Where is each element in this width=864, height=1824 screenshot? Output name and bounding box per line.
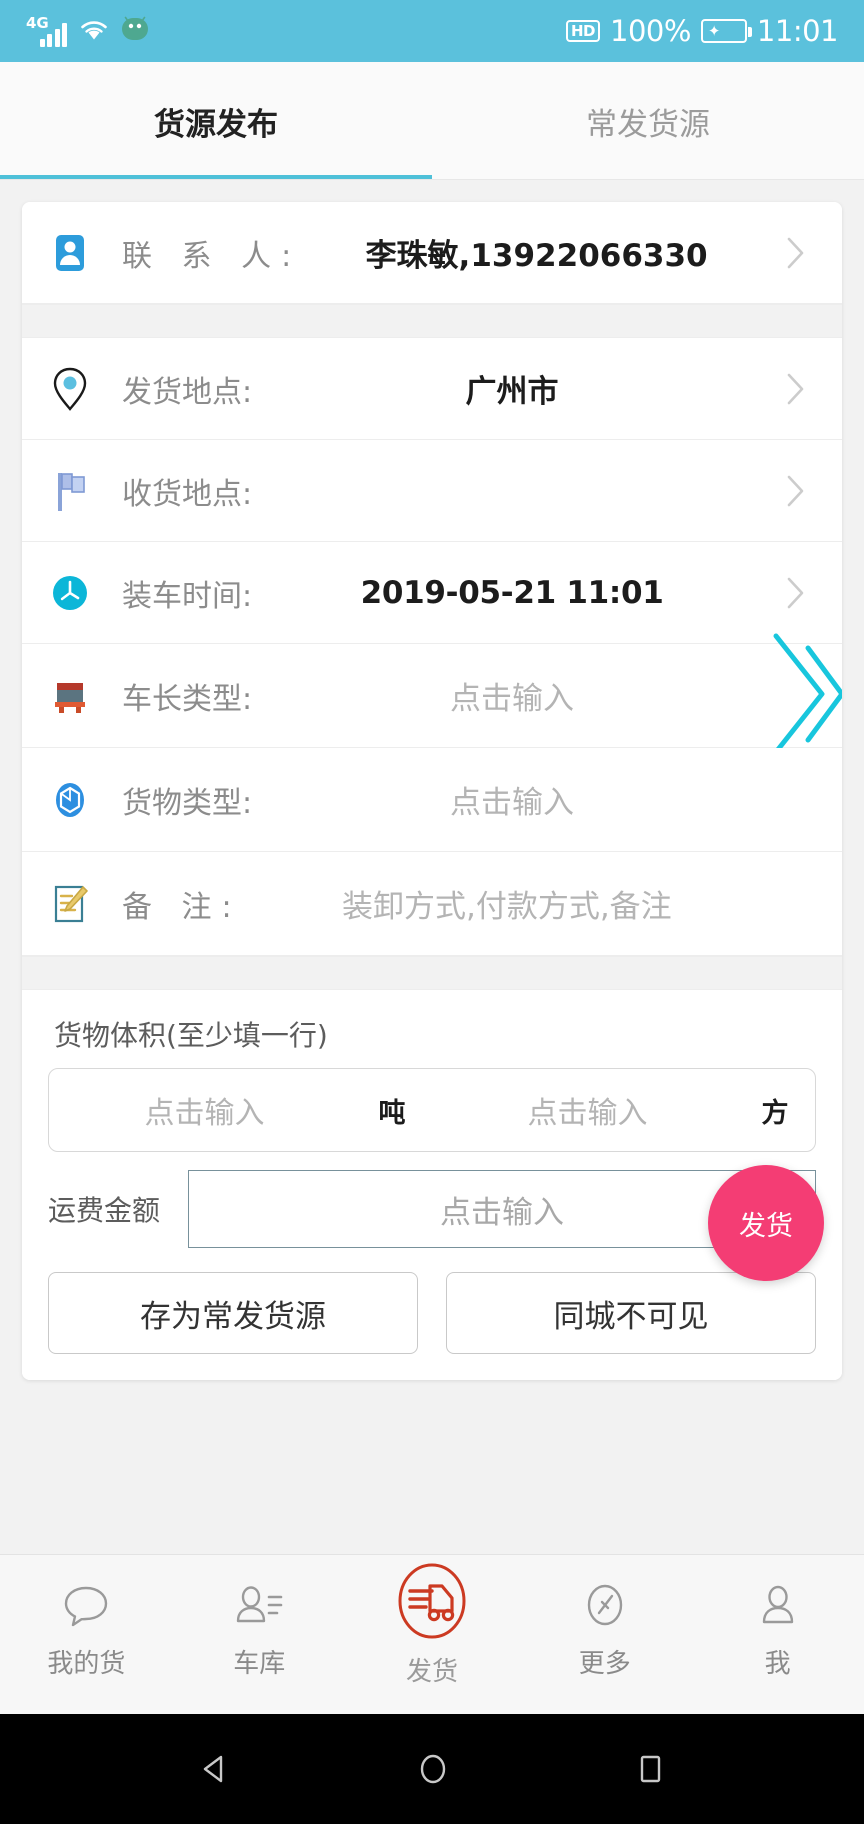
signal-icon <box>39 21 68 47</box>
nav-item-my-cargo-label: 我的货 <box>47 1649 126 1679</box>
android-navigation-bar <box>0 1714 864 1824</box>
compass-icon <box>578 1575 632 1637</box>
garage-person-icon <box>231 1575 287 1637</box>
nav-item-profile-label: 我 <box>764 1649 791 1679</box>
battery-icon: ✦ <box>700 19 752 43</box>
nav-item-profile[interactable]: 我 <box>691 1555 864 1680</box>
form-section-gap-2 <box>22 956 842 990</box>
chevron-right-icon <box>776 573 816 613</box>
form-row-cargo-type-label: 货物类型: <box>122 785 253 821</box>
nav-item-more[interactable]: 更多 <box>518 1555 691 1680</box>
nav-item-garage-label: 车库 <box>233 1649 286 1679</box>
form-scroll-area[interactable]: 联 系 人: 李珠敏,13922066330 发货地点: 广州市 收货地点: 装… <box>0 180 864 1644</box>
publish-cargo-fab-label: 发货 <box>739 1210 793 1242</box>
location-pin-icon <box>48 365 122 413</box>
nav-item-my-cargo[interactable]: 我的货 <box>0 1555 173 1680</box>
form-row-pickup-location-value: 广州市 <box>465 374 559 410</box>
tab-frequent-cargo[interactable]: 常发货源 <box>432 62 864 180</box>
form-row-truck-type[interactable]: 车长类型: 点击输入 <box>22 633 842 754</box>
flag-icon <box>48 467 122 515</box>
volume-field-group[interactable]: 点击输入 方 <box>432 1069 815 1151</box>
form-row-contact-value: 李珠敏,13922066330 <box>365 238 708 274</box>
back-triangle-icon[interactable] <box>195 1749 235 1789</box>
publish-cargo-fab[interactable]: 发货 <box>708 1165 824 1281</box>
status-bar-clock: 11:01 <box>756 14 839 48</box>
hide-in-same-city-button[interactable]: 同城不可见 <box>446 1272 816 1354</box>
home-circle-icon[interactable] <box>413 1747 453 1791</box>
app-screen: 4G HD 100% ✦ 11:01 货源发布 常发货源 联 系 人: 李珠敏,… <box>0 0 864 1824</box>
chevron-right-icon <box>776 233 816 273</box>
status-bar-right: HD 100% ✦ 11:01 <box>565 14 839 48</box>
freight-fee-placeholder: 点击输入 <box>440 1194 564 1231</box>
tab-bar: 货源发布 常发货源 <box>0 62 864 180</box>
weight-field-group[interactable]: 点击输入 吨 <box>49 1069 432 1151</box>
weight-input[interactable]: 点击输入 <box>49 1088 352 1132</box>
form-row-delivery-location[interactable]: 收货地点: <box>22 440 842 542</box>
form-row-load-time[interactable]: 装车时间: 2019-05-21 11:01 <box>22 542 842 644</box>
form-row-cargo-type-placeholder: 点击输入 <box>450 785 575 821</box>
form-row-notes-label: 备 注: <box>122 889 242 925</box>
android-robot-icon <box>121 15 149 47</box>
freight-fee-label: 运费金额 <box>48 1194 161 1227</box>
nav-item-publish-label: 发货 <box>405 1657 458 1687</box>
form-row-truck-type-label: 车长类型: <box>122 681 253 717</box>
form-row-load-time-value: 2019-05-21 11:01 <box>360 574 664 611</box>
form-row-pickup-location-label: 发货地点: <box>122 374 253 410</box>
form-row-notes-placeholder: 装卸方式,付款方式,备注 <box>341 889 672 925</box>
contact-person-icon <box>48 231 122 275</box>
note-pencil-icon <box>48 880 122 928</box>
cargo-box-icon <box>48 776 122 824</box>
cargo-volume-box: 点击输入 吨 点击输入 方 <box>48 1068 816 1152</box>
battery-percent-label: 100% <box>610 14 691 48</box>
hd-icon: HD <box>565 20 600 42</box>
chevron-right-icon <box>776 369 816 409</box>
weight-unit-label: 吨 <box>378 1097 406 1129</box>
truck-icon <box>48 674 122 718</box>
status-bar-left: 4G <box>26 15 149 47</box>
chat-bubble-icon <box>59 1575 113 1637</box>
person-icon <box>751 1575 805 1637</box>
form-section-gap <box>22 304 842 338</box>
form-row-cargo-type[interactable]: 货物类型: 点击输入 <box>22 748 842 852</box>
save-as-frequent-cargo-button[interactable]: 存为常发货源 <box>48 1272 418 1354</box>
volume-input[interactable]: 点击输入 <box>432 1088 735 1132</box>
tab-publish-cargo[interactable]: 货源发布 <box>0 62 432 180</box>
chevron-right-icon <box>776 471 816 511</box>
truck-circle-icon <box>384 1561 480 1641</box>
cargo-volume-title: 货物体积(至少填一行) <box>54 1019 328 1052</box>
nav-item-garage[interactable]: 车库 <box>173 1555 346 1680</box>
form-row-truck-type-placeholder: 点击输入 <box>450 681 575 717</box>
tab-publish-cargo-label: 货源发布 <box>154 106 278 143</box>
wifi-icon <box>79 17 109 47</box>
form-row-delivery-location-label: 收货地点: <box>122 476 253 512</box>
tab-frequent-cargo-label: 常发货源 <box>586 106 710 143</box>
form-row-contact-label: 联 系 人: <box>122 238 302 274</box>
volume-unit-label: 方 <box>761 1097 789 1129</box>
nav-item-publish[interactable]: 发货 <box>346 1555 519 1688</box>
recents-square-icon[interactable] <box>631 1748 669 1790</box>
cargo-volume-section: 货物体积(至少填一行) 点击输入 吨 点击输入 方 <box>22 990 842 1160</box>
form-row-contact[interactable]: 联 系 人: 李珠敏,13922066330 <box>22 202 842 304</box>
status-bar: 4G HD 100% ✦ 11:01 <box>0 0 864 62</box>
nav-item-more-label: 更多 <box>578 1649 631 1679</box>
form-action-buttons: 存为常发货源 同城不可见 <box>22 1248 842 1380</box>
clock-icon <box>48 571 122 615</box>
form-row-notes[interactable]: 备 注: 装卸方式,付款方式,备注 <box>22 852 842 956</box>
bottom-navigation: 我的货 车库 发货 更多 我 <box>0 1554 864 1714</box>
form-row-pickup-location[interactable]: 发货地点: 广州市 <box>22 338 842 440</box>
form-row-load-time-label: 装车时间: <box>122 578 253 614</box>
